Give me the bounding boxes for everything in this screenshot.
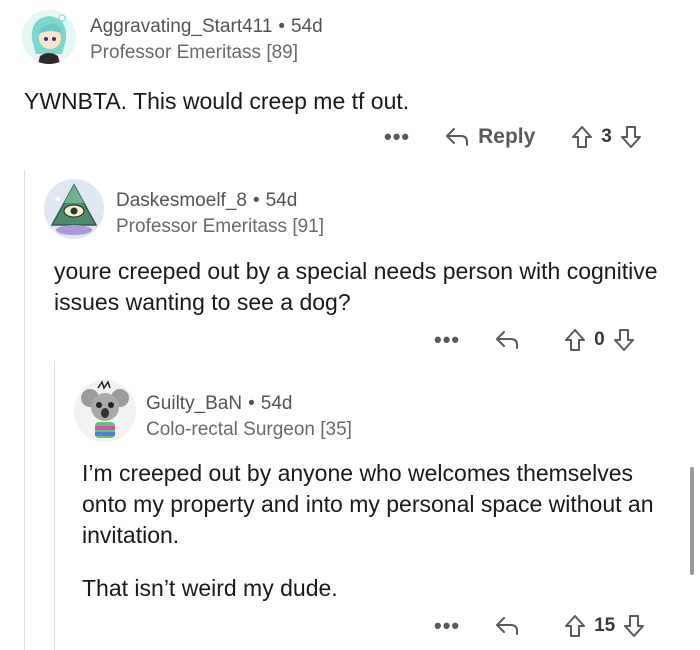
reply-button[interactable]: Reply [444,125,535,149]
reply-arrow-icon [496,331,519,349]
more-options-button[interactable]: ••• [434,613,460,639]
reply-button[interactable] [494,615,528,637]
username[interactable]: Daskesmoelf_8 [116,190,247,211]
comment-meta: Daskesmoelf_8 • 54d Professor Emeritass [9… [116,188,324,240]
avatar[interactable] [74,380,136,442]
comment-body: youre creeped out by a special needs per… [54,256,664,318]
reply-arrow-icon [496,617,519,635]
user-flair: Colo-rectal Surgeon [35] [146,419,352,440]
user-flair: Professor Emeritass [91] [116,216,325,237]
comment-paragraph: youre creeped out by a special needs per… [54,258,658,315]
separator-dot: • [278,16,286,37]
downvote-icon[interactable] [623,614,645,638]
pyramid-eye-avatar-icon [44,179,104,239]
vote-score: 0 [594,329,605,350]
comment-paragraph: I’m creeped out by anyone who welcomes t… [82,460,654,548]
more-options-button[interactable]: ••• [434,327,460,353]
comment-actions: ••• 15 [434,611,645,641]
avatar[interactable] [44,179,104,239]
username[interactable]: Guilty_BaN [146,393,242,414]
comment-age: 54d [260,393,293,414]
upvote-icon[interactable] [571,125,593,149]
reply-arrow-icon [446,128,469,146]
comment-age: 54d [265,190,298,211]
comment-age: 54d [291,16,323,37]
separator-dot: • [248,393,255,414]
comment-meta: Guilty_BaN • 54d Colo-rectal Surgeon [35] [146,391,352,443]
comment-paragraph: That isn’t weird my dude. [82,575,338,601]
vote-controls: 15 [564,614,645,638]
thread-line [24,170,25,650]
downvote-icon[interactable] [620,125,642,149]
upvote-icon[interactable] [564,614,586,638]
comment-paragraph: YWNBTA. This would creep me tf out. [24,88,410,114]
anime-girl-avatar-icon [22,10,76,64]
user-flair: Professor Emeritass [89] [90,42,299,63]
reply-label: Reply [478,125,536,148]
comment-body: I’m creeped out by anyone who welcomes t… [82,458,677,604]
vote-controls: 0 [564,328,635,352]
koala-avatar-icon [74,380,136,442]
scrollbar[interactable] [690,467,694,575]
thread-line [54,362,55,650]
comment-body: YWNBTA. This would creep me tf out. [24,86,674,117]
username[interactable]: Aggravating_Start411 [90,16,272,37]
vote-controls: 3 [571,125,642,149]
more-options-button[interactable]: ••• [384,124,410,150]
reply-button[interactable] [494,329,528,351]
separator-dot: • [252,190,260,211]
comment-meta: Aggravating_Start411 • 54d Professor Emeri… [90,14,323,66]
comment-actions: ••• 0 [434,325,635,355]
comment-actions: ••• Reply 3 [384,122,642,152]
vote-score: 15 [594,615,616,636]
downvote-icon[interactable] [613,328,635,352]
avatar[interactable] [22,10,76,64]
upvote-icon[interactable] [564,328,586,352]
vote-score: 3 [601,126,612,147]
